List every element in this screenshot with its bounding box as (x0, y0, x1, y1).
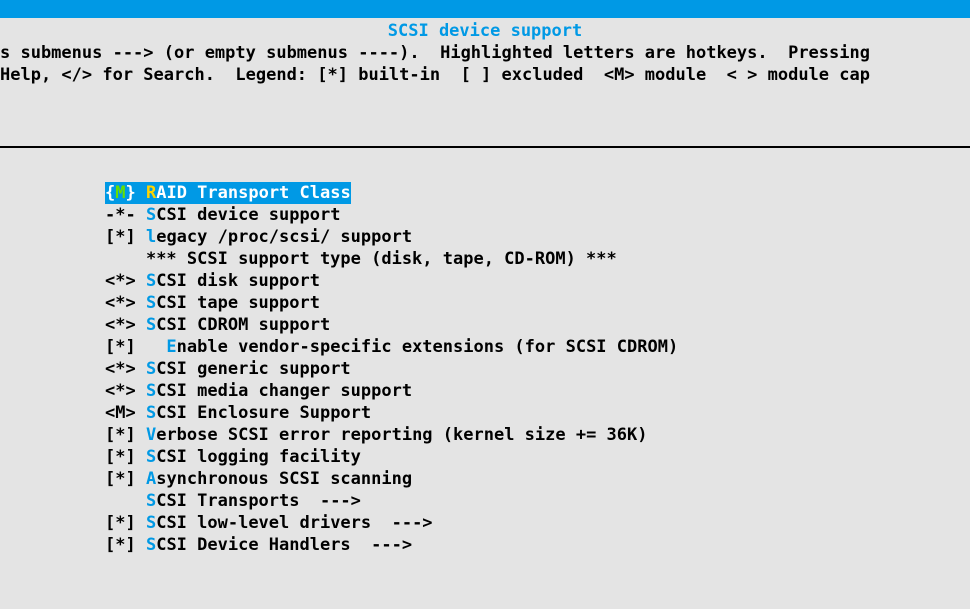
item-hotkey: S (146, 293, 156, 313)
menu-item[interactable]: [*] Enable vendor-specific extensions (f… (105, 337, 678, 357)
item-text: CSI device support (156, 205, 340, 225)
item-text: CSI tape support (156, 293, 320, 313)
menu-item[interactable]: <*> SCSI tape support (105, 293, 320, 313)
item-text: erbose SCSI error reporting (kernel size… (156, 425, 647, 445)
item-prefix: [*] (105, 337, 166, 357)
menu-item[interactable]: <*> SCSI generic support (105, 359, 351, 379)
menu-item[interactable]: -*- SCSI device support (105, 205, 340, 225)
top-bar (0, 0, 970, 18)
item-text: *** SCSI support type (disk, tape, CD-RO… (146, 249, 617, 269)
menu-item[interactable]: <*> SCSI media changer support (105, 381, 412, 401)
item-prefix: <M> (105, 403, 146, 423)
item-hotkey: S (146, 403, 156, 423)
item-prefix: <*> (105, 315, 146, 335)
item-hotkey: S (146, 359, 156, 379)
item-hotkey: S (146, 315, 156, 335)
help-line-2: Help, </> for Search. Legend: [*] built-… (0, 65, 870, 85)
menu-item[interactable]: <*> SCSI CDROM support (105, 315, 330, 335)
item-hotkey: S (146, 535, 156, 555)
item-hotkey: l (146, 227, 156, 247)
item-prefix: [*] (105, 447, 146, 467)
item-prefix (105, 491, 146, 511)
item-prefix: <*> (105, 271, 146, 291)
menu-item[interactable]: [*] Verbose SCSI error reporting (kernel… (105, 425, 647, 445)
page-title: SCSI device support (0, 18, 970, 42)
item-text: CSI media changer support (156, 381, 412, 401)
item-prefix: [*] (105, 535, 146, 555)
menu-item-heading: *** SCSI support type (disk, tape, CD-RO… (105, 249, 617, 269)
selected-open-brace: { (105, 183, 115, 203)
item-prefix: [*] (105, 227, 146, 247)
item-text: CSI Transports ---> (156, 491, 361, 511)
item-text: synchronous SCSI scanning (156, 469, 412, 489)
item-text: nable vendor-specific extensions (for SC… (177, 337, 679, 357)
menu-item-submenu[interactable]: [*] SCSI Device Handlers ---> (105, 535, 412, 555)
item-prefix: [*] (105, 425, 146, 445)
item-prefix: -*- (105, 205, 146, 225)
menu-item-selected[interactable]: {M} RAID Transport Class (105, 182, 351, 204)
selected-text: AID Transport Class (156, 183, 350, 203)
item-hotkey: V (146, 425, 156, 445)
menu-item-submenu[interactable]: [*] SCSI low-level drivers ---> (105, 513, 433, 533)
item-prefix: [*] (105, 469, 146, 489)
item-hotkey: S (146, 491, 156, 511)
item-hotkey: A (146, 469, 156, 489)
menu-item[interactable]: [*] legacy /proc/scsi/ support (105, 227, 412, 247)
item-text: CSI logging facility (156, 447, 361, 467)
item-prefix: [*] (105, 513, 146, 533)
item-hotkey: S (146, 381, 156, 401)
selected-close-brace: } (126, 183, 146, 203)
item-text: egacy /proc/scsi/ support (156, 227, 412, 247)
item-text: CSI Enclosure Support (156, 403, 371, 423)
help-text: s submenus ---> (or empty submenus ----)… (0, 42, 970, 86)
menu-item[interactable]: [*] Asynchronous SCSI scanning (105, 469, 412, 489)
item-text: CSI CDROM support (156, 315, 330, 335)
item-text: CSI Device Handlers ---> (156, 535, 412, 555)
item-text: CSI disk support (156, 271, 320, 291)
menu-item[interactable]: <M> SCSI Enclosure Support (105, 403, 371, 423)
item-hotkey: S (146, 205, 156, 225)
menu-item-submenu[interactable]: SCSI Transports ---> (105, 491, 361, 511)
item-hotkey: S (146, 271, 156, 291)
item-text: CSI generic support (156, 359, 350, 379)
item-hotkey: S (146, 513, 156, 533)
selected-state: M (115, 183, 125, 203)
menu-item[interactable]: [*] SCSI logging facility (105, 447, 361, 467)
menu-item[interactable]: <*> SCSI disk support (105, 271, 320, 291)
help-line-1: s submenus ---> (or empty submenus ----)… (0, 43, 870, 63)
config-menu: {M} RAID Transport Class -*- SCSI device… (0, 160, 970, 556)
item-text: CSI low-level drivers ---> (156, 513, 432, 533)
item-prefix: <*> (105, 359, 146, 379)
separator (0, 146, 970, 148)
item-prefix (105, 249, 146, 269)
item-prefix: <*> (105, 293, 146, 313)
selected-hotkey: R (146, 183, 156, 203)
item-hotkey: S (146, 447, 156, 467)
item-hotkey: E (166, 337, 176, 357)
item-prefix: <*> (105, 381, 146, 401)
